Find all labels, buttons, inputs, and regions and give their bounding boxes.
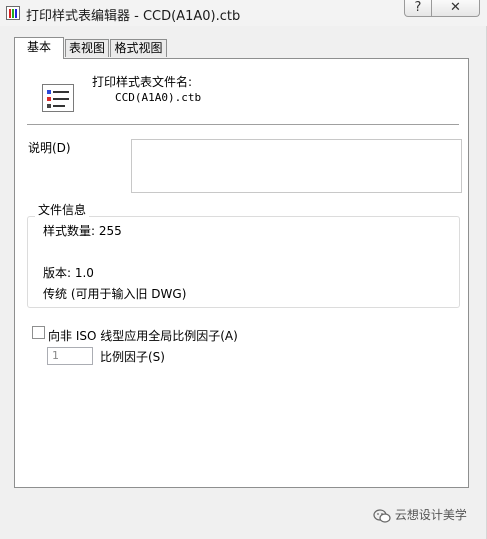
scale-factor-label: 比例因子(S) — [100, 350, 165, 364]
file-name-value: CCD(A1A0).ctb — [115, 91, 202, 104]
version: 版本: 1.0 — [43, 266, 94, 280]
scale-factor-input[interactable]: 1 — [47, 347, 93, 365]
print-style-table-editor-window: 打印样式表编辑器 - CCD(A1A0).ctb ? ✕ 基本 表视图 格式视图… — [0, 0, 487, 539]
apply-scale-checkbox[interactable] — [32, 326, 45, 339]
description-textarea[interactable] — [131, 139, 462, 193]
tab-general[interactable]: 基本 — [14, 37, 64, 59]
legacy-note: 传统 (可用于输入旧 DWG) — [43, 287, 187, 301]
close-button[interactable]: ✕ — [431, 0, 480, 17]
wechat-icon — [373, 508, 391, 523]
description-label: 说明(D) — [28, 141, 71, 155]
tab-form-view[interactable]: 格式视图 — [110, 39, 167, 57]
general-tab-panel: 打印样式表文件名: CCD(A1A0).ctb 说明(D) 文件信息 样式数量:… — [14, 58, 469, 488]
style-count: 样式数量: 255 — [43, 224, 122, 238]
watermark: 云想设计美学 — [373, 506, 467, 523]
help-button[interactable]: ? — [404, 0, 432, 17]
watermark-text: 云想设计美学 — [394, 508, 467, 522]
window-title: 打印样式表编辑器 - CCD(A1A0).ctb — [26, 9, 241, 24]
apply-scale-label[interactable]: 向非 ISO 线型应用全局比例因子(A) — [48, 327, 238, 344]
file-info-group-title: 文件信息 — [35, 201, 90, 218]
separator — [27, 124, 459, 126]
app-icon — [6, 6, 20, 20]
tab-table-view[interactable]: 表视图 — [65, 39, 109, 57]
title-bar[interactable]: 打印样式表编辑器 - CCD(A1A0).ctb ? ✕ — [0, 0, 487, 26]
plot-style-file-icon — [42, 84, 74, 112]
file-name-label: 打印样式表文件名: — [92, 75, 193, 89]
